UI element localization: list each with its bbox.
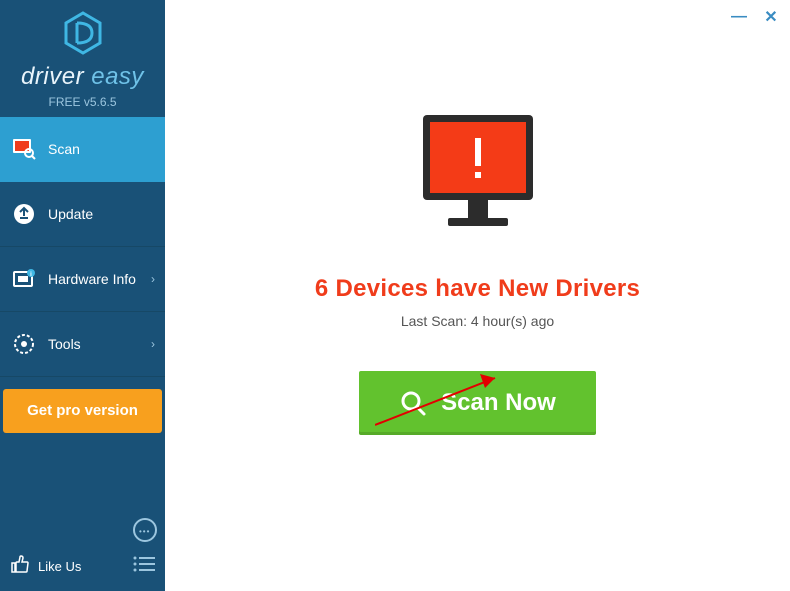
chat-icon[interactable]: ••• [133, 518, 157, 542]
close-button[interactable]: ✕ [762, 8, 780, 26]
like-row: Like Us [0, 548, 165, 591]
headline-text: 6 Devices have New Drivers [315, 275, 640, 303]
nav-label: Tools [48, 336, 81, 352]
tools-icon [10, 333, 38, 355]
chevron-right-icon: › [151, 272, 155, 286]
scan-now-button[interactable]: Scan Now [359, 371, 596, 435]
nav-label: Hardware Info [48, 271, 136, 287]
logo-icon [60, 10, 106, 61]
window-controls: — ✕ [730, 8, 780, 26]
sidebar-item-tools[interactable]: Tools › [0, 312, 165, 377]
last-scan-text: Last Scan: 4 hour(s) ago [401, 313, 554, 329]
bottom-icons: ••• [0, 510, 165, 548]
scan-icon [10, 138, 38, 160]
logo-area: driver easy FREE v5.6.5 [0, 0, 165, 117]
main-panel: — ✕ 6 Devices have New Drivers Last Scan… [165, 0, 790, 591]
menu-icon[interactable] [133, 555, 155, 578]
nav-list: Scan Update i Hardware Info › Tools › [0, 117, 165, 377]
get-pro-button[interactable]: Get pro version [3, 389, 162, 433]
update-icon [10, 202, 38, 226]
hardware-info-icon: i [10, 268, 38, 290]
like-label: Like Us [38, 559, 81, 574]
sidebar-item-scan[interactable]: Scan [0, 117, 165, 182]
sidebar-item-update[interactable]: Update [0, 182, 165, 247]
sidebar-item-hardware-info[interactable]: i Hardware Info › [0, 247, 165, 312]
sidebar: driver easy FREE v5.6.5 Scan Update i Ha… [0, 0, 165, 591]
magnifier-icon [399, 389, 427, 417]
nav-label: Update [48, 206, 93, 222]
version-label: FREE v5.6.5 [0, 95, 165, 109]
scan-button-label: Scan Now [441, 389, 556, 417]
nav-label: Scan [48, 141, 80, 157]
like-us-button[interactable]: Like Us [10, 554, 81, 579]
monitor-alert-icon [403, 110, 553, 245]
thumbs-up-icon [10, 554, 30, 579]
chevron-right-icon: › [151, 337, 155, 351]
brand-name: driver easy [0, 63, 165, 91]
minimize-button[interactable]: — [730, 8, 748, 26]
